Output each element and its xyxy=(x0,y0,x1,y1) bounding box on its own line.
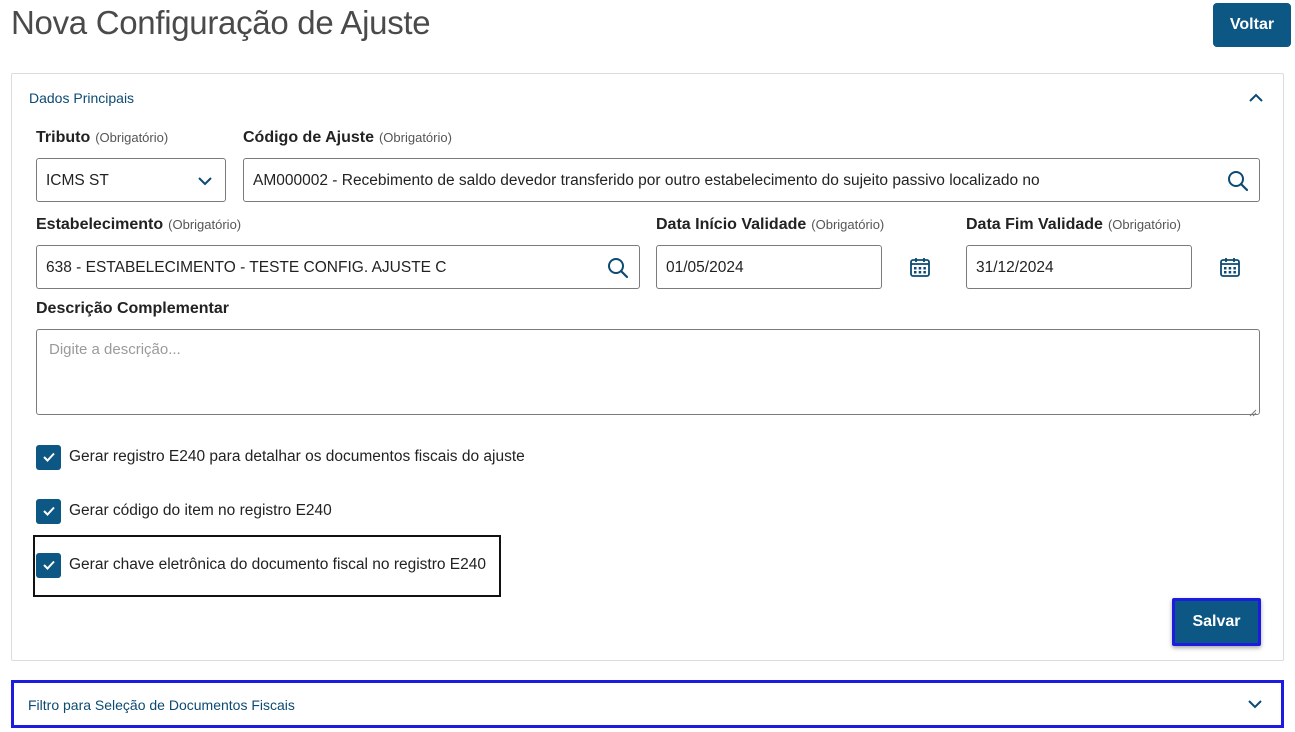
chevron-down-icon xyxy=(195,171,215,196)
data-fim-label: Data Fim Validade (Obrigatório) xyxy=(966,216,1181,233)
checkbox[interactable] xyxy=(36,552,61,578)
estabelecimento-input[interactable]: 638 - ESTABELECIMENTO - TESTE CONFIG. AJ… xyxy=(36,245,640,289)
tributo-value: ICMS ST xyxy=(46,172,109,189)
data-inicio-label: Data Início Validade (Obrigatório) xyxy=(656,216,885,233)
tributo-label: Tributo (Obrigatório) xyxy=(36,129,169,146)
check-icon xyxy=(42,452,55,462)
descricao-label: Descrição Complementar xyxy=(36,300,229,317)
search-icon[interactable] xyxy=(1226,169,1250,198)
resize-handle-icon[interactable] xyxy=(1249,404,1257,417)
section-title: Filtro para Seleção de Documentos Fiscai… xyxy=(28,697,295,713)
check-icon xyxy=(42,506,55,516)
back-button[interactable]: Voltar xyxy=(1213,3,1291,47)
checkbox-row-e240-detalhar[interactable]: Gerar registro E240 para detalhar os doc… xyxy=(36,444,525,470)
codigo-ajuste-input[interactable]: AM000002 - Recebimento de saldo devedor … xyxy=(243,158,1260,202)
checkbox-label: Gerar código do item no registro E240 xyxy=(69,502,332,519)
section-dados-principais: Dados Principais Tributo (Obrigatório) IC… xyxy=(11,73,1284,661)
data-inicio-value: 01/05/2024 xyxy=(666,259,744,276)
data-inicio-input[interactable]: 01/05/2024 xyxy=(656,245,882,289)
check-icon xyxy=(42,560,55,570)
page-title: Nova Configuração de Ajuste xyxy=(11,4,431,41)
checkbox-row-codigo-item[interactable]: Gerar código do item no registro E240 xyxy=(36,498,332,524)
section-filtro-documentos[interactable]: Filtro para Seleção de Documentos Fiscai… xyxy=(11,680,1284,728)
estabelecimento-label: Estabelecimento (Obrigatório) xyxy=(36,216,242,233)
codigo-ajuste-label: Código de Ajuste (Obrigatório) xyxy=(243,129,452,146)
calendar-icon[interactable] xyxy=(1219,256,1241,278)
calendar-icon[interactable] xyxy=(909,256,931,278)
data-fim-value: 31/12/2024 xyxy=(976,259,1054,276)
checkbox-row-chave-eletronica[interactable]: Gerar chave eletrônica do documento fisc… xyxy=(36,552,486,578)
estabelecimento-value: 638 - ESTABELECIMENTO - TESTE CONFIG. AJ… xyxy=(46,259,447,276)
chevron-up-icon[interactable] xyxy=(1246,88,1266,108)
checkbox-label: Gerar registro E240 para detalhar os doc… xyxy=(69,448,525,465)
search-icon[interactable] xyxy=(606,256,630,285)
checkbox-label: Gerar chave eletrônica do documento fisc… xyxy=(69,556,487,573)
tributo-select[interactable]: ICMS ST xyxy=(36,158,226,202)
codigo-ajuste-value: AM000002 - Recebimento de saldo devedor … xyxy=(253,172,1040,189)
data-fim-input[interactable]: 31/12/2024 xyxy=(966,245,1192,289)
checkbox[interactable] xyxy=(36,498,61,524)
chevron-down-icon[interactable] xyxy=(1245,694,1265,714)
descricao-placeholder: Digite a descrição... xyxy=(49,341,181,358)
checkbox[interactable] xyxy=(36,444,61,470)
descricao-textarea[interactable]: Digite a descrição... xyxy=(36,329,1260,417)
save-button[interactable]: Salvar xyxy=(1172,598,1261,646)
section-title[interactable]: Dados Principais xyxy=(29,90,134,106)
